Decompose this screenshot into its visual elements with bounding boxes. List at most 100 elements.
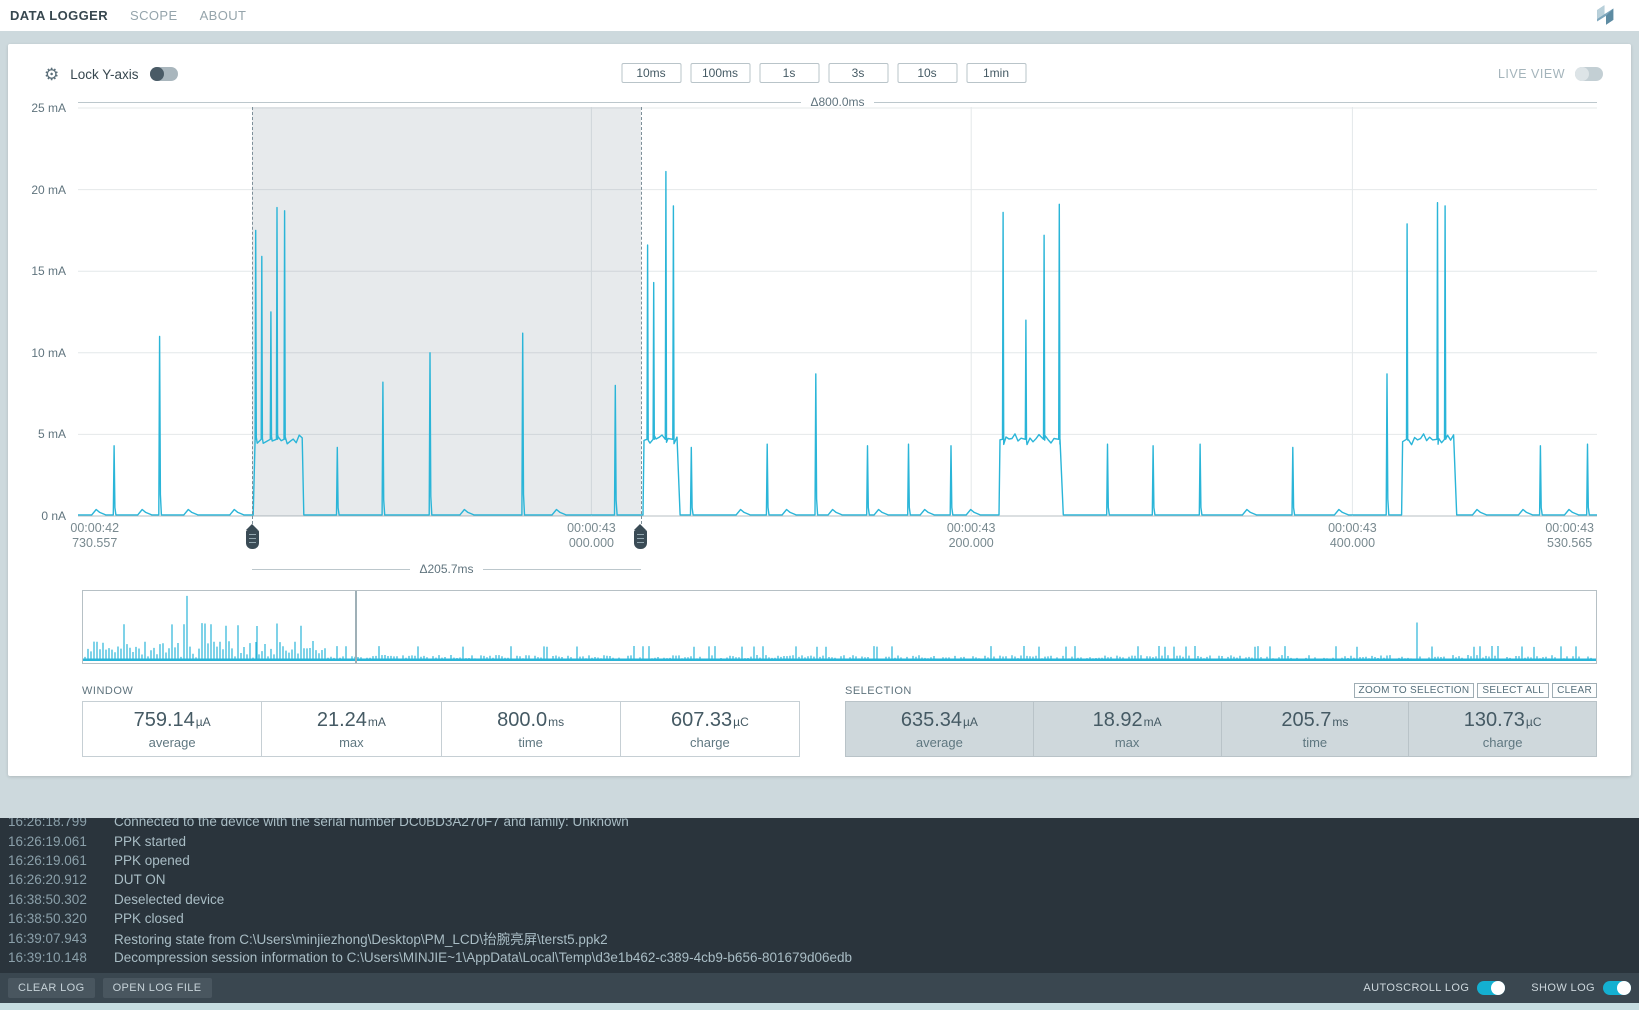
open-log-file-button[interactable]: OPEN LOG FILE bbox=[103, 978, 212, 998]
selection-handle-left[interactable] bbox=[246, 530, 259, 549]
tab-scope[interactable]: SCOPE bbox=[130, 8, 178, 23]
y-axis-label: 0 nA bbox=[20, 509, 66, 523]
stat-unit: µC bbox=[1526, 715, 1542, 729]
stat-label: charge bbox=[690, 735, 730, 750]
current-trace-plot[interactable] bbox=[78, 107, 1597, 518]
log-entry: 16:39:10.148 Decompression session inform… bbox=[8, 948, 1639, 967]
log-entries: 16:26:18.799 Connected to the device with… bbox=[8, 818, 1639, 967]
stat-cell-time: 800.0ms time bbox=[442, 702, 621, 756]
chart-card: ⚙ Lock Y-axis 10ms 100ms 1s 3s 10s 1min LIVE … bbox=[8, 44, 1631, 776]
stat-label: max bbox=[339, 735, 364, 750]
clear-log-button[interactable]: CLEAR LOG bbox=[8, 978, 95, 998]
stat-value: 800.0ms bbox=[497, 709, 564, 732]
toggle-knob bbox=[1617, 981, 1631, 995]
range-button-1min[interactable]: 1min bbox=[966, 63, 1026, 83]
ruler-line bbox=[252, 569, 410, 570]
ruler-line bbox=[78, 102, 801, 103]
toggle-label: AUTOSCROLL LOG bbox=[1363, 982, 1469, 994]
stat-value: 130.73µC bbox=[1464, 709, 1542, 732]
stat-cell-charge: 607.33µC charge bbox=[621, 702, 799, 756]
handle-grip bbox=[249, 534, 256, 545]
live-view-label: LIVE VIEW bbox=[1498, 67, 1565, 81]
stat-unit: ms bbox=[548, 715, 564, 729]
log-message: PPK started bbox=[114, 834, 186, 849]
selection-boundary-left bbox=[252, 107, 253, 544]
range-button-10ms[interactable]: 10ms bbox=[621, 63, 681, 83]
toggle-label: SHOW LOG bbox=[1531, 982, 1595, 994]
zoom-to-selection-button[interactable]: ZOOM TO SELECTION bbox=[1354, 683, 1475, 698]
main-chart[interactable]: 25 mA20 mA15 mA10 mA5 mA0 nA 00:00:42730… bbox=[78, 107, 1597, 518]
show-log-group: SHOW LOG bbox=[1531, 981, 1631, 995]
log-panel[interactable]: 16:26:18.799 Connected to the device with… bbox=[0, 818, 1639, 973]
selection-duration-label: Δ205.7ms bbox=[419, 562, 473, 576]
settings-gear-icon[interactable]: ⚙ bbox=[44, 66, 59, 83]
y-axis-label: 25 mA bbox=[20, 101, 66, 115]
stat-value: 607.33µC bbox=[671, 709, 749, 732]
tab-about[interactable]: ABOUT bbox=[200, 8, 247, 23]
selection-handle-right[interactable] bbox=[634, 530, 647, 549]
range-button-10s[interactable]: 10s bbox=[897, 63, 957, 83]
handle-grip bbox=[637, 534, 644, 545]
stat-value: 18.92mA bbox=[1093, 709, 1162, 732]
x-axis-label: 00:00:43200.000 bbox=[947, 521, 996, 551]
top-nav: DATA LOGGER SCOPE ABOUT bbox=[0, 0, 1639, 31]
log-entry: 16:26:19.061PPK opened bbox=[8, 851, 1639, 870]
range-button-3s[interactable]: 3s bbox=[828, 63, 888, 83]
select-all-button[interactable]: SELECT ALL bbox=[1477, 683, 1549, 698]
live-view-toggle[interactable] bbox=[1575, 67, 1603, 81]
stat-label: time bbox=[518, 735, 543, 750]
autoscroll-log-toggle[interactable] bbox=[1477, 981, 1505, 995]
y-axis-label: 10 mA bbox=[20, 346, 66, 360]
stat-value: 21.24mA bbox=[317, 709, 386, 732]
stat-value: 205.7ms bbox=[1281, 709, 1348, 732]
x-axis-label: 00:00:42730.557 bbox=[70, 521, 119, 551]
y-axis-label: 15 mA bbox=[20, 264, 66, 278]
clear-button[interactable]: CLEAR bbox=[1552, 683, 1597, 698]
log-footer-toggles: AUTOSCROLL LOG SHOW LOG bbox=[1363, 981, 1631, 995]
log-timestamp: 16:26:18.799 bbox=[8, 818, 100, 829]
stat-label: max bbox=[1115, 735, 1140, 750]
show-log-toggle[interactable] bbox=[1603, 981, 1631, 995]
minimap-window-divider[interactable] bbox=[355, 591, 357, 663]
log-message: PPK closed bbox=[114, 911, 184, 926]
log-message: Restoring state from C:\Users\minjiezhon… bbox=[114, 928, 608, 948]
log-message: DUT ON bbox=[114, 872, 166, 887]
log-entry: 16:39:07.943 Restoring state from C:\User… bbox=[8, 928, 1639, 947]
log-entry: 16:26:20.912DUT ON bbox=[8, 870, 1639, 889]
stat-unit: mA bbox=[368, 715, 386, 729]
lock-y-axis-label: Lock Y-axis bbox=[70, 67, 138, 82]
y-axis-label: 5 mA bbox=[20, 427, 66, 441]
log-message: Deselected device bbox=[114, 892, 224, 907]
tab-data-logger[interactable]: DATA LOGGER bbox=[10, 8, 108, 23]
minimap[interactable] bbox=[82, 590, 1597, 664]
lock-y-axis-toggle[interactable] bbox=[150, 67, 178, 81]
nav-tabs: DATA LOGGER SCOPE ABOUT bbox=[10, 8, 268, 23]
ruler-line bbox=[874, 102, 1597, 103]
stat-label: average bbox=[916, 735, 963, 750]
log-timestamp: 16:39:10.148 bbox=[8, 950, 100, 965]
window-stats: WINDOW 759.14µAaverage21.24mAmax800.0mst… bbox=[82, 685, 800, 757]
stat-cell-average: 759.14µA average bbox=[83, 702, 262, 756]
stat-value: 759.14µA bbox=[134, 709, 211, 732]
stat-cell-max: 21.24mA max bbox=[262, 702, 441, 756]
log-timestamp: 16:38:50.320 bbox=[8, 911, 100, 926]
range-button-1s[interactable]: 1s bbox=[759, 63, 819, 83]
selection-stats-header: SELECTION ZOOM TO SELECTIONSELECT ALLCLE… bbox=[845, 685, 1597, 701]
time-range-buttons: 10ms 100ms 1s 3s 10s 1min bbox=[621, 63, 1026, 83]
toggle-knob bbox=[1575, 67, 1589, 81]
log-timestamp: 16:38:50.302 bbox=[8, 892, 100, 907]
stat-label: average bbox=[149, 735, 196, 750]
ruler-line bbox=[483, 569, 641, 570]
y-axis-controls: ⚙ Lock Y-axis bbox=[44, 60, 178, 88]
log-message: Connected to the device with the serial … bbox=[114, 818, 629, 829]
stat-unit: µC bbox=[733, 715, 749, 729]
selection-boundary-right bbox=[641, 107, 642, 544]
log-entry: 16:38:50.320 PPK closed bbox=[8, 909, 1639, 928]
log-message: Decompression session information to C:\… bbox=[114, 950, 852, 965]
log-timestamp: 16:39:07.943 bbox=[8, 931, 100, 946]
x-axis-label: 00:00:43000.000 bbox=[567, 521, 616, 551]
range-button-100ms[interactable]: 100ms bbox=[690, 63, 750, 83]
stat-unit: µA bbox=[196, 715, 211, 729]
selection-stats: SELECTION ZOOM TO SELECTIONSELECT ALLCLE… bbox=[845, 685, 1597, 757]
stat-cell-time: 205.7mstime bbox=[1222, 702, 1410, 756]
